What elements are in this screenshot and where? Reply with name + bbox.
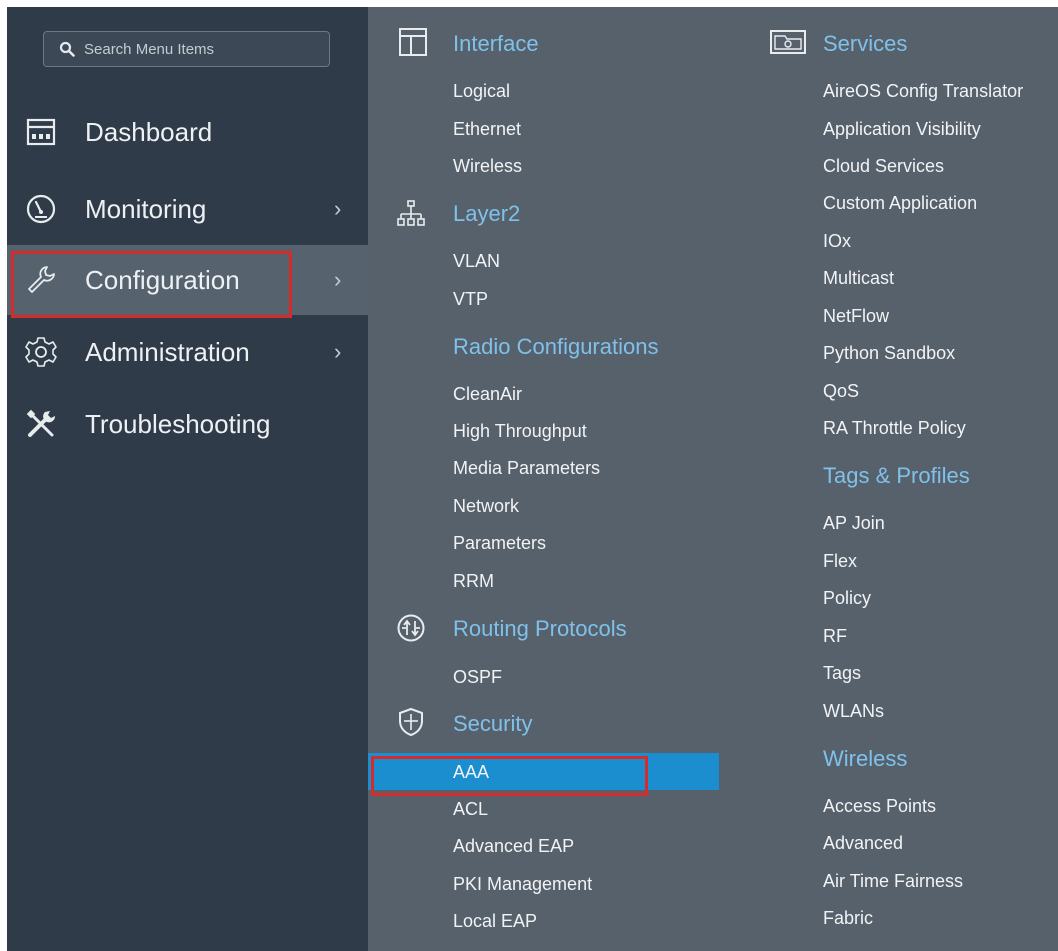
sidebar-item-label: Dashboard: [85, 117, 213, 147]
search-box[interactable]: [43, 31, 330, 67]
network-tree-icon: [397, 200, 425, 226]
menu-item-advanced[interactable]: Advanced: [823, 832, 903, 854]
menu-item-cleanair[interactable]: CleanAir: [453, 383, 522, 405]
shield-icon: [399, 707, 423, 737]
gear-icon: [25, 337, 57, 367]
dashboard-icon: [26, 118, 56, 146]
menu-item-ra-throttle-policy[interactable]: RA Throttle Policy: [823, 417, 966, 439]
menu-item-cloud-services[interactable]: Cloud Services: [823, 155, 944, 177]
selected-item-background: [368, 753, 719, 790]
chevron-right-icon: ›: [334, 267, 342, 292]
menu-item-network[interactable]: Network: [453, 495, 519, 517]
menu-item-python-sandbox[interactable]: Python Sandbox: [823, 342, 955, 364]
menu-item-parameters[interactable]: Parameters: [453, 532, 546, 554]
sidebar-item-label: Administration: [85, 337, 250, 367]
menu-item-access-points[interactable]: Access Points: [823, 795, 936, 817]
sidebar-item-dashboard[interactable]: Dashboard: [7, 97, 368, 167]
search-input[interactable]: [84, 32, 320, 66]
menu-item-local-eap[interactable]: Local EAP: [453, 910, 537, 932]
menu-item-ospf[interactable]: OSPF: [453, 666, 502, 688]
chevron-right-icon: ›: [334, 196, 342, 221]
router-icon: [397, 614, 425, 642]
menu-item-acl[interactable]: ACL: [453, 798, 488, 820]
menu-item-wireless[interactable]: Wireless: [453, 155, 522, 177]
section-title-security: Security: [453, 711, 533, 736]
menu-item-high-throughput[interactable]: High Throughput: [453, 420, 587, 442]
menu-item-ap-join[interactable]: AP Join: [823, 512, 885, 534]
menu-item-fabric[interactable]: Fabric: [823, 907, 873, 929]
section-title-services: Services: [823, 31, 908, 56]
sidebar-item-monitoring[interactable]: Monitoring ›: [7, 174, 368, 244]
section-title-layer2: Layer2: [453, 201, 521, 226]
menu-item-rf[interactable]: RF: [823, 625, 847, 647]
menu-item-multicast[interactable]: Multicast: [823, 267, 894, 289]
tools-icon: [26, 409, 56, 437]
menu-item-vlan[interactable]: VLAN: [453, 250, 500, 272]
menu-item-tags[interactable]: Tags: [823, 662, 861, 684]
gauge-icon: [26, 194, 56, 224]
menu-item-aaa[interactable]: AAA: [453, 761, 489, 783]
services-icon: [770, 30, 806, 54]
menu-item-vtp[interactable]: VTP: [453, 288, 488, 310]
menu-item-flex[interactable]: Flex: [823, 550, 857, 572]
menu-item-application-visibility[interactable]: Application Visibility: [823, 118, 981, 140]
wrench-icon: [28, 266, 55, 293]
menu-item-media-parameters[interactable]: Media Parameters: [453, 457, 600, 479]
sidebar-item-troubleshooting[interactable]: Troubleshooting: [7, 389, 368, 459]
sidebar-item-label: Configuration: [85, 265, 240, 295]
menu-item-logical[interactable]: Logical: [453, 80, 510, 102]
sidebar-item-configuration[interactable]: Configuration ›: [7, 245, 368, 315]
menu-item-air-time-fairness[interactable]: Air Time Fairness: [823, 870, 963, 892]
menu-item-pki-management[interactable]: PKI Management: [453, 873, 592, 895]
search-icon: [59, 41, 75, 57]
sidebar-item-label: Troubleshooting: [85, 409, 271, 439]
app: Dashboard Monitoring › Configuration ›: [0, 0, 1058, 951]
menu-item-wlans[interactable]: WLANs: [823, 700, 884, 722]
section-title-radio-configurations: Radio Configurations: [453, 334, 659, 359]
menu-item-custom-application[interactable]: Custom Application: [823, 192, 977, 214]
section-title-interface: Interface: [453, 31, 539, 56]
menu-item-netflow[interactable]: NetFlow: [823, 305, 889, 327]
chevron-right-icon: ›: [334, 339, 342, 364]
menu-item-policy[interactable]: Policy: [823, 587, 871, 609]
sidebar: Dashboard Monitoring › Configuration ›: [7, 7, 368, 951]
menu-item-iox[interactable]: IOx: [823, 230, 851, 252]
menu-item-advanced-eap[interactable]: Advanced EAP: [453, 835, 574, 857]
interface-icon: [399, 28, 427, 56]
menu-item-aireos-config-translator[interactable]: AireOS Config Translator: [823, 80, 1023, 102]
section-title-routing-protocols: Routing Protocols: [453, 616, 627, 641]
sidebar-item-administration[interactable]: Administration ›: [7, 317, 368, 387]
menu-item-rrm[interactable]: RRM: [453, 570, 494, 592]
menu-item-qos[interactable]: QoS: [823, 380, 859, 402]
menu-item-ethernet[interactable]: Ethernet: [453, 118, 521, 140]
section-title-tags-profiles: Tags & Profiles: [823, 463, 970, 488]
submenu-panel: Interface Logical Ethernet Wireless Laye…: [368, 7, 1058, 951]
section-title-wireless: Wireless: [823, 746, 908, 771]
sidebar-item-label: Monitoring: [85, 194, 207, 224]
